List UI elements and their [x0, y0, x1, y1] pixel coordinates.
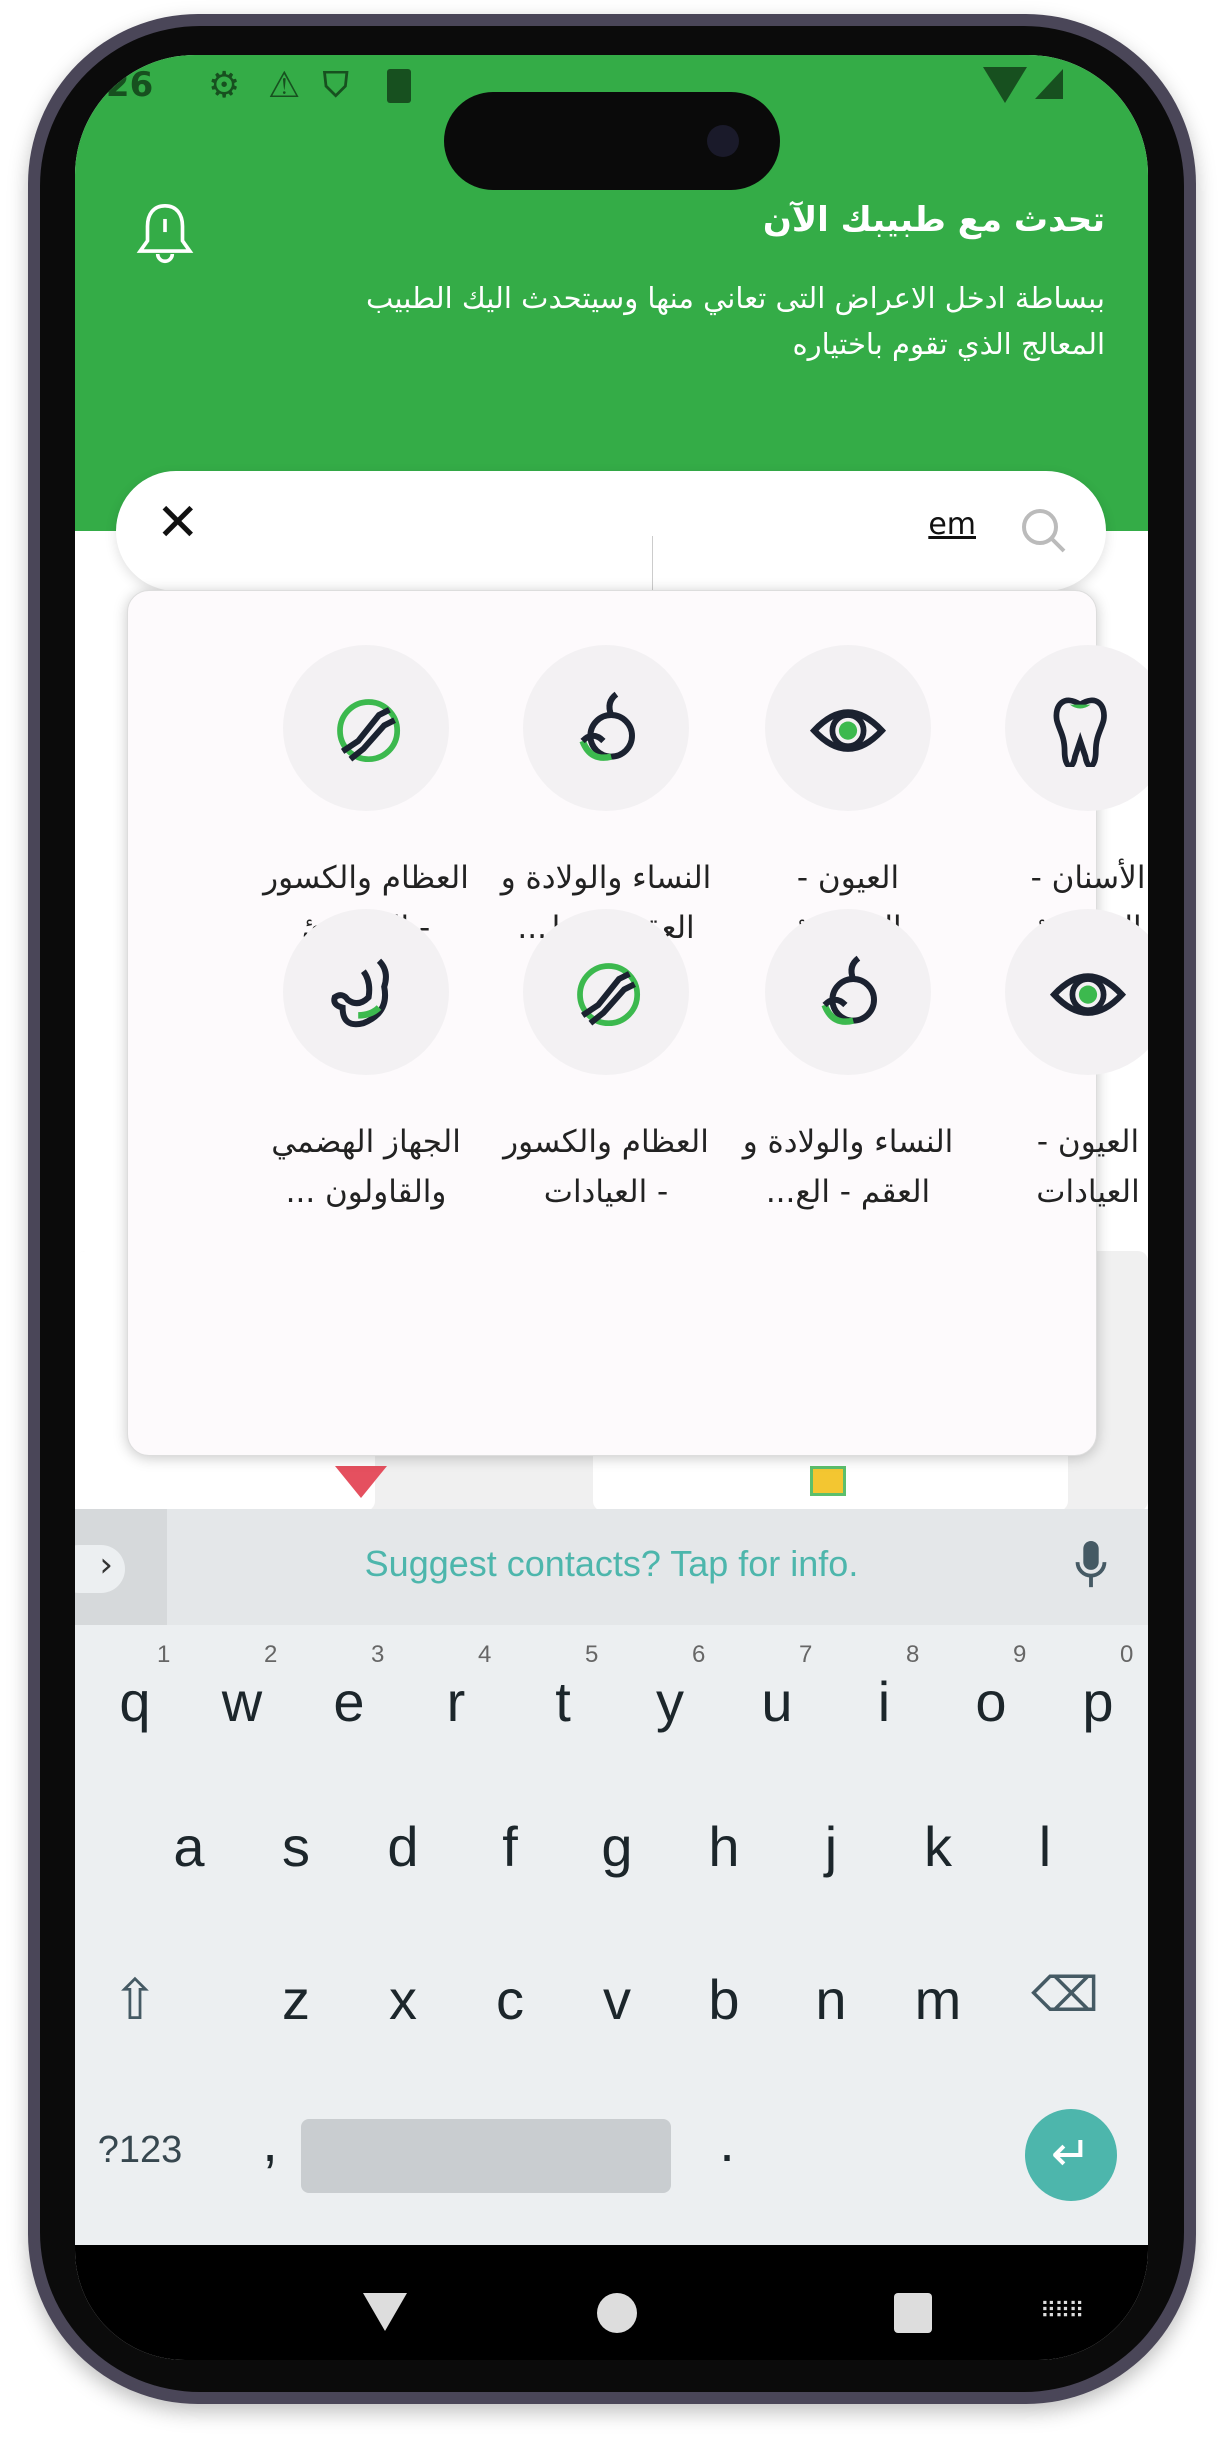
suggestion-strip: › Suggest contacts? Tap for info. [75, 1509, 1148, 1625]
suggestion-item[interactable]: الأسنان - الطوارئ [968, 645, 1148, 953]
key-number-hint: 8 [906, 1641, 920, 1668]
key-g[interactable]: g [577, 1814, 657, 1879]
key-n[interactable]: n [791, 1967, 871, 2032]
home-icon[interactable] [597, 2293, 637, 2333]
warning-icon: ⚠ [268, 65, 301, 106]
page-title: تحدث مع طبيبك الآن [762, 200, 1105, 240]
key-number-hint: 7 [799, 1641, 813, 1668]
recents-icon[interactable] [894, 2293, 932, 2333]
search-input[interactable]: em [928, 507, 976, 542]
signal-icon [1035, 69, 1063, 99]
card-illustration [335, 1466, 387, 1498]
eye-icon [1005, 909, 1148, 1075]
tooth-icon [1005, 645, 1148, 811]
search-icon [1022, 509, 1066, 553]
camera-lens [707, 125, 739, 157]
key-h[interactable]: h [684, 1814, 764, 1879]
key-d[interactable]: d [363, 1814, 443, 1879]
backspace-icon[interactable]: ⌫ [1025, 1967, 1105, 2023]
keyboard: › Suggest contacts? Tap for info. q1 w2 e3… [75, 1509, 1148, 2245]
bell-icon[interactable] [135, 200, 195, 270]
key-m[interactable]: m [898, 1967, 978, 2032]
suggestion-item[interactable]: الجهاز الهضمي والقاولون ... [246, 909, 486, 1217]
suggestion-text[interactable]: Suggest contacts? Tap for info. [75, 1543, 1148, 1585]
suggestions-dropdown: الأسنان - الطوارئالعيون - الطوارئالنساء … [127, 590, 1148, 1456]
screen: .26 ⚙ ⚠ ⛉ تحدث مع طبيبك الآن ببساطة ادخل… [75, 55, 1148, 2360]
key-number-hint: 4 [478, 1641, 492, 1668]
suggestion-label: الجهاز الهضمي والقاولون ... [271, 1124, 461, 1210]
microphone-icon[interactable] [1075, 1541, 1107, 1591]
search-bar[interactable]: ✕ em [116, 471, 1106, 591]
key-r[interactable]: r [416, 1669, 496, 1734]
key-number-hint: 6 [692, 1641, 706, 1668]
gear-icon: ⚙ [208, 65, 241, 106]
key-number-hint: 3 [371, 1641, 385, 1668]
key-p[interactable]: p [1058, 1669, 1138, 1734]
suggestion-item[interactable]: العيون - الطوارئ [728, 645, 968, 953]
key-i[interactable]: i [844, 1669, 924, 1734]
key-s[interactable]: s [256, 1814, 336, 1879]
key-v[interactable]: v [577, 1967, 657, 2032]
suggestion-item[interactable]: النساء والولادة و العقم - الع... [728, 909, 968, 1217]
fetus-icon [523, 645, 689, 811]
back-icon[interactable] [363, 2293, 407, 2331]
key-x[interactable]: x [363, 1967, 443, 2032]
suggestion-label: العيون - العيادات [1036, 1124, 1140, 1210]
suggestion-item[interactable]: العظام والكسور - العيادات [486, 909, 726, 1217]
header: .26 ⚙ ⚠ ⛉ تحدث مع طبيبك الآن ببساطة ادخل… [75, 55, 1148, 531]
suggestion-label: النساء والولادة و العقم - الع... [742, 1124, 954, 1210]
key-w[interactable]: w [202, 1669, 282, 1734]
bone-icon [283, 645, 449, 811]
key-q[interactable]: q [95, 1669, 175, 1734]
suggestion-label: العظام والكسور - العيادات [503, 1124, 709, 1210]
key-c[interactable]: c [470, 1967, 550, 2032]
clear-icon[interactable]: ✕ [156, 493, 200, 553]
keyboard-switch-icon[interactable]: ⠿⠿⠿ [1040, 2299, 1084, 2324]
key-number-hint: 9 [1013, 1641, 1027, 1668]
key-o[interactable]: o [951, 1669, 1031, 1734]
key-l[interactable]: l [1005, 1814, 1085, 1879]
key-z[interactable]: z [256, 1967, 336, 2032]
status-time: .26 [93, 65, 154, 105]
shield-play-icon: ⛉ [323, 65, 349, 105]
shift-icon[interactable]: ⇧ [95, 1967, 175, 2033]
key-f[interactable]: f [470, 1814, 550, 1879]
wifi-icon [983, 67, 1027, 103]
key-k[interactable]: k [898, 1814, 978, 1879]
eye-icon [765, 645, 931, 811]
key-e[interactable]: e [309, 1669, 389, 1734]
space-bar[interactable] [301, 2119, 671, 2193]
enter-icon[interactable]: ↵ [1025, 2109, 1117, 2201]
symbols-key[interactable]: ?123 [75, 2129, 205, 2172]
key-a[interactable]: a [149, 1814, 229, 1879]
key-period[interactable]: . [687, 2109, 767, 2174]
key-u[interactable]: u [737, 1669, 817, 1734]
key-y[interactable]: y [630, 1669, 710, 1734]
suggestion-item[interactable]: النساء والولادة و العقم - الط... [486, 645, 726, 953]
android-nav-bar: ⠿⠿⠿ [75, 2245, 1148, 2360]
key-b[interactable]: b [684, 1967, 764, 2032]
sd-card-icon [387, 69, 411, 103]
suggestion-item[interactable]: العيون - العيادات [968, 909, 1148, 1217]
suggestion-item[interactable]: العظام والكسور - الطوارئ [246, 645, 486, 953]
key-number-hint: 5 [585, 1641, 599, 1668]
stomach-icon [283, 909, 449, 1075]
key-j[interactable]: j [791, 1814, 871, 1879]
key-number-hint: 2 [264, 1641, 278, 1668]
card-illustration [810, 1466, 846, 1496]
key-number-hint: 1 [157, 1641, 171, 1668]
key-t[interactable]: t [523, 1669, 603, 1734]
key-number-hint: 0 [1120, 1641, 1134, 1668]
fetus-icon [765, 909, 931, 1075]
bone-icon [523, 909, 689, 1075]
page-subtitle: ببساطة ادخل الاعراض التى تعاني منها وسيت… [365, 281, 1105, 361]
